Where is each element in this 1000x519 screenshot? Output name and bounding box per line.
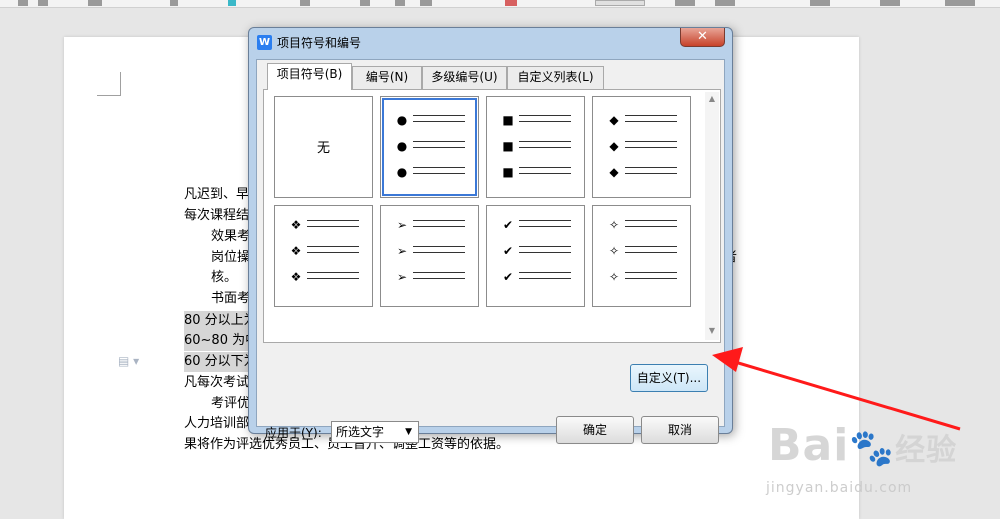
baidu-jingyan-watermark: Bai🐾经验 jingyan.baidu.com <box>760 420 990 515</box>
tab-bullets[interactable]: 项目符号(B) <box>267 63 352 90</box>
watermark-url: jingyan.baidu.com <box>766 480 913 496</box>
watermark-brand: Bai🐾经验 <box>768 420 958 471</box>
